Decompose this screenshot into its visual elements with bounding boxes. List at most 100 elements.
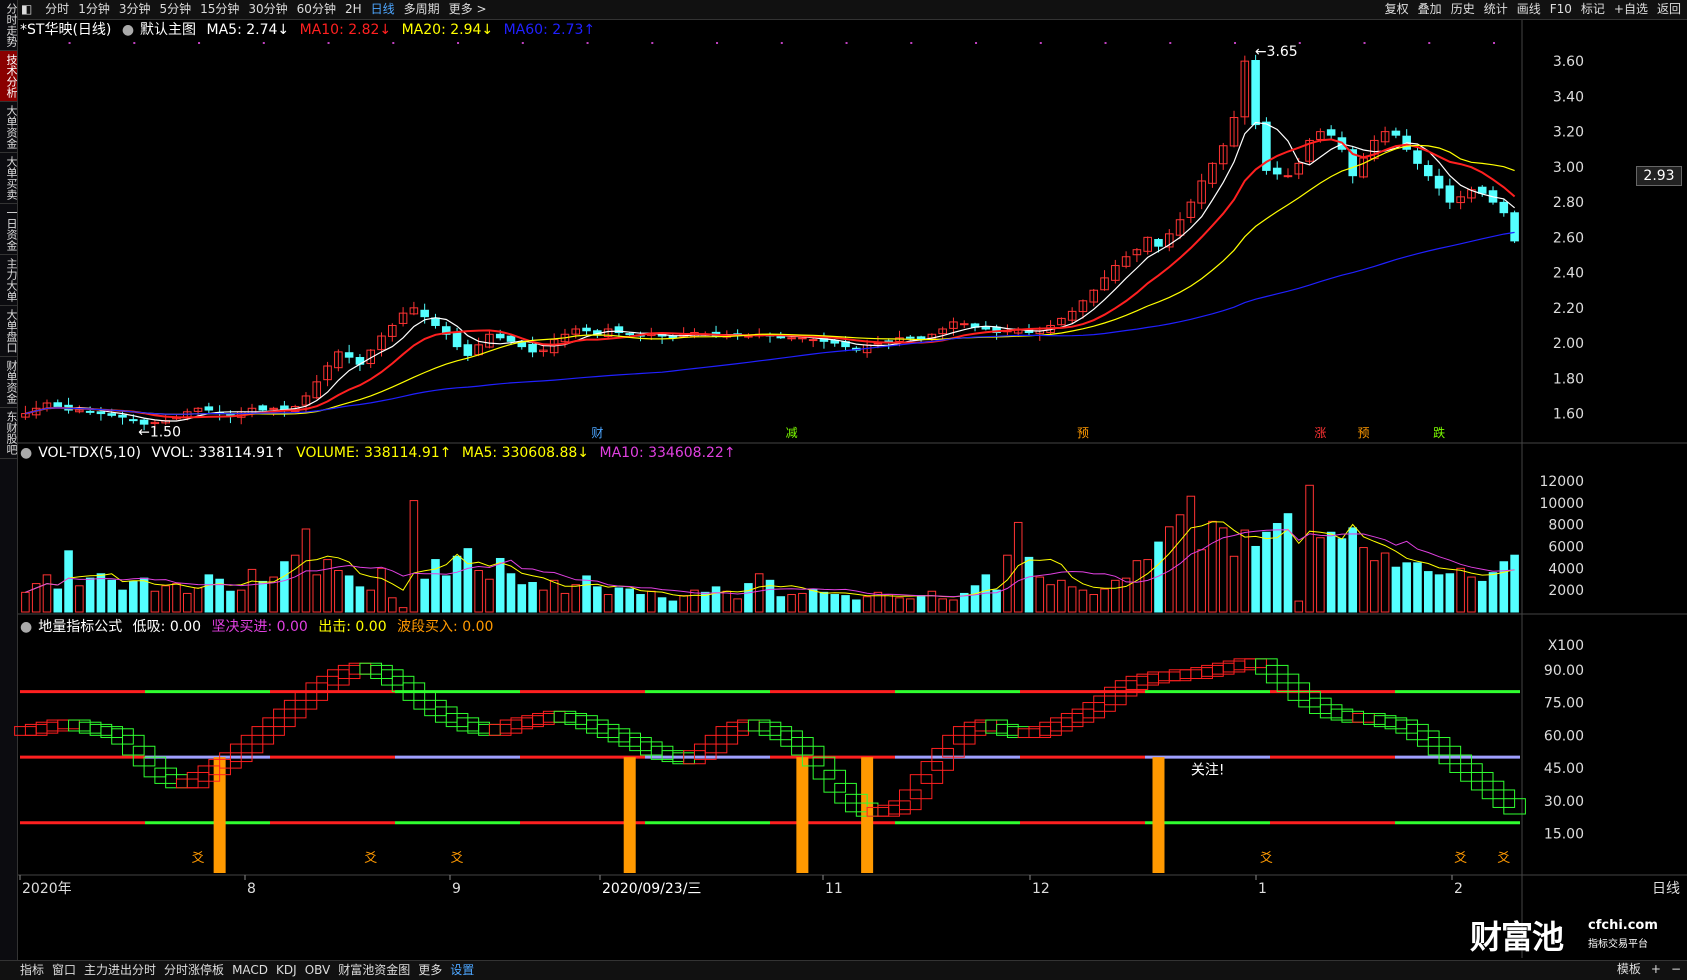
volume-bar xyxy=(593,586,602,613)
volume-bar xyxy=(495,557,505,613)
event-marker: 预 xyxy=(1358,426,1370,440)
bottom-tab-4[interactable]: MACD xyxy=(232,963,268,977)
volume-bar xyxy=(539,589,548,613)
volume-bar xyxy=(21,591,30,613)
candlestick xyxy=(528,343,537,353)
volume-bar xyxy=(549,579,559,613)
stock-chart[interactable]: ←3.65 ←1.50 财 减 预 涨 预 跌 3.60 3.40 3.20 3.00 2.80 2.60… xyxy=(0,0,1687,960)
event-marker: 财 xyxy=(591,426,603,440)
volume-bar xyxy=(474,569,483,613)
bottom-tab-5[interactable]: KDJ xyxy=(276,963,297,977)
volume-bar xyxy=(744,583,753,613)
bottom-right-btn-2[interactable]: − xyxy=(1671,962,1681,976)
bottom-right-btn-1[interactable]: + xyxy=(1651,962,1661,976)
candlestick xyxy=(1283,175,1293,178)
signal-dot xyxy=(1234,42,1237,44)
brand-site: cfchi.com xyxy=(1588,918,1658,933)
volume-bar xyxy=(949,599,958,613)
volume-bar xyxy=(1218,527,1228,613)
candlestick xyxy=(452,332,462,348)
candlestick xyxy=(906,336,915,339)
bottom-tab-0[interactable]: 指标 xyxy=(20,963,44,977)
volume-bar xyxy=(603,594,613,613)
price-tick-label: 2.80 xyxy=(1553,195,1584,211)
indicator-tick-label: 45.00 xyxy=(1544,761,1584,777)
candlestick xyxy=(96,411,106,415)
signal-dot xyxy=(457,42,460,44)
volume-bar xyxy=(1229,555,1239,613)
candlestick xyxy=(431,317,440,326)
candlestick xyxy=(1477,186,1487,194)
bottom-tab-8[interactable]: 更多 xyxy=(418,963,442,977)
price-tick-label: 3.20 xyxy=(1553,125,1584,141)
volume-bar xyxy=(560,592,570,613)
volume-bar xyxy=(75,585,84,613)
indicator-tick-label: 75.00 xyxy=(1544,696,1584,712)
candlestick xyxy=(506,335,516,342)
volume-unit-label: X100 xyxy=(1548,638,1584,654)
candlestick xyxy=(85,410,95,413)
volume-bar xyxy=(614,587,624,613)
signal-dot xyxy=(198,42,201,44)
volume-bar xyxy=(366,589,375,613)
price-tick-label: 3.40 xyxy=(1553,89,1584,105)
candlestick xyxy=(53,402,63,408)
signal-dot xyxy=(133,42,136,44)
volume-bar xyxy=(388,597,397,613)
volume-tick-label: 4000 xyxy=(1548,561,1584,577)
volume-bar xyxy=(873,591,883,613)
candlestick xyxy=(129,419,138,422)
volume-bar xyxy=(290,554,300,613)
volume-bar xyxy=(280,561,289,613)
volume-bar xyxy=(798,592,807,613)
volume-bar xyxy=(1359,547,1368,613)
x-axis-label: 1 xyxy=(1258,881,1267,897)
volume-bar xyxy=(107,579,117,613)
volume-tick-label: 2000 xyxy=(1548,583,1584,599)
buy-signal-bar xyxy=(623,757,636,873)
volume-bar xyxy=(1413,562,1422,613)
volume-bar xyxy=(808,588,818,613)
volume-bar xyxy=(161,585,170,613)
volume-bar xyxy=(938,598,947,613)
x-axis-label: 8 xyxy=(247,881,256,897)
volume-bar xyxy=(42,574,52,613)
volume-bar xyxy=(668,600,678,613)
bottom-tab-2[interactable]: 主力进出分时 xyxy=(84,963,156,977)
candlestick xyxy=(118,414,127,418)
bottom-tab-7[interactable]: 财富池资金图 xyxy=(338,963,410,977)
volume-bar xyxy=(1078,589,1088,613)
candlestick xyxy=(1510,212,1519,242)
bottom-tab-1[interactable]: 窗口 xyxy=(52,963,76,977)
price-tick-label: 2.60 xyxy=(1553,230,1584,246)
bottom-tab-3[interactable]: 分时涨停板 xyxy=(164,963,224,977)
volume-bar xyxy=(53,588,63,613)
bottom-tab-6[interactable]: OBV xyxy=(305,963,331,977)
bottom-right-btn-0[interactable]: 模板 xyxy=(1617,962,1641,976)
volume-bar xyxy=(1316,537,1325,613)
volume-bar xyxy=(1305,484,1314,613)
volume-tick-label: 6000 xyxy=(1548,539,1584,555)
candlestick xyxy=(1413,150,1422,164)
volume-bar xyxy=(970,585,980,613)
volume-bar xyxy=(1089,594,1099,613)
bottom-right-controls: 模板 + − xyxy=(1607,960,1681,979)
bottom-tab-9[interactable]: 设置 xyxy=(450,963,474,977)
ma-line-ma10 xyxy=(25,138,1516,419)
candlestick xyxy=(420,309,429,318)
volume-bar xyxy=(1326,531,1336,613)
volume-tick-label: 8000 xyxy=(1548,518,1584,534)
volume-bar xyxy=(1046,584,1055,613)
volume-bar xyxy=(1337,538,1347,613)
candlestick xyxy=(204,406,214,411)
volume-bar xyxy=(582,575,591,613)
volume-bar xyxy=(625,588,634,613)
indicator-tick-label: 15.00 xyxy=(1544,827,1584,843)
volume-bar xyxy=(129,580,138,613)
candlestick xyxy=(787,337,796,340)
volume-bar xyxy=(1121,577,1131,613)
volume-bar xyxy=(1272,523,1282,613)
x-axis-label: 2020/09/23/三 xyxy=(602,881,701,897)
x-axis-label: 12 xyxy=(1032,881,1050,897)
price-tick-label: 2.40 xyxy=(1553,266,1584,282)
